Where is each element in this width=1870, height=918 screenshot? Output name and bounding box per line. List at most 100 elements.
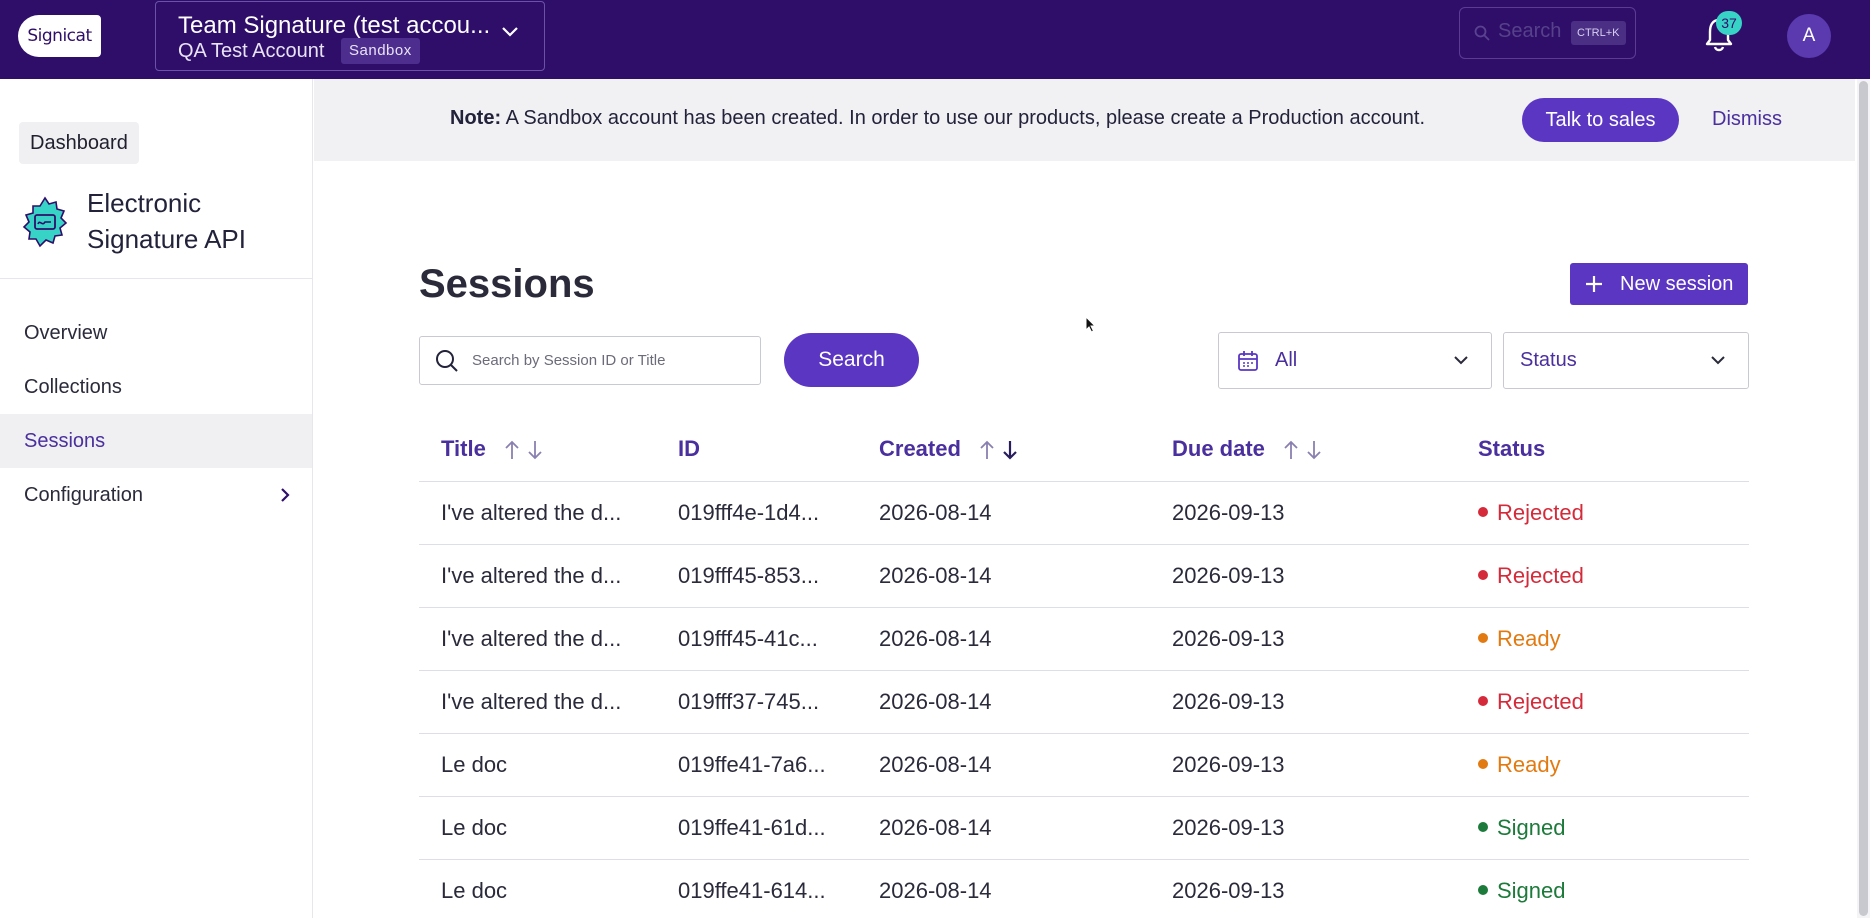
product-name: Electronic Signature API [87,188,246,254]
date-filter-select[interactable]: All [1218,332,1492,389]
table-body: I've altered the d... 019fff4e-1d4... 2026… [419,482,1749,918]
chevron-right-icon [281,488,290,502]
sidebar-item-label: Sessions [24,430,106,452]
column-created[interactable]: Created [879,436,1019,462]
sidebar-item-configuration[interactable]: Configuration [0,468,312,522]
status-badge: Ready [1478,752,1561,778]
status-label: Rejected [1497,563,1584,588]
talk-to-sales-button[interactable]: Talk to sales [1522,98,1679,142]
sidebar-item-label: Overview [24,322,108,344]
table-row[interactable]: Le doc 019ffe41-61d... 2026-08-14 2026-09-1… [419,797,1749,860]
status-dot-icon [1478,885,1488,896]
cell-created: 2026-08-14 [879,815,992,840]
page-title: Sessions [419,262,595,306]
column-id: ID [678,436,700,462]
table-row[interactable]: Le doc 019ffe41-614... 2026-08-14 2026-09-1… [419,860,1749,918]
column-status: Status [1478,436,1545,462]
sidebar-item-collections[interactable]: Collections [0,360,312,414]
sidebar-divider [0,278,313,279]
status-label: Rejected [1497,500,1584,525]
table-header: Title ID Created Due date Status [419,418,1749,482]
cell-due-date: 2026-09-13 [1172,626,1285,651]
account-sub: QA Test Account [178,40,325,62]
plus-icon [1586,276,1602,292]
cell-title[interactable]: I've altered the d... [441,689,621,715]
page-scrollbar[interactable] [1857,79,1870,918]
cell-title[interactable]: I've altered the d... [441,626,621,652]
chevron-down-icon [1454,356,1468,365]
status-dot-icon [1478,633,1488,644]
cell-created: 2026-08-14 [879,878,992,903]
search-shortcut: CTRL+K [1571,21,1626,45]
cell-title[interactable]: I've altered the d... [441,563,621,589]
new-session-button[interactable]: New session [1570,263,1748,305]
status-badge: Rejected [1478,500,1584,526]
account-name: Team Signature (test accou... [178,12,491,39]
notice-message: Note: A Sandbox account has been created… [450,107,1425,130]
cell-due-date: 2026-09-13 [1172,563,1285,588]
sidebar-item-label: Configuration [24,484,143,506]
column-title-label: Title [441,436,486,461]
sort-arrows-icon[interactable] [1283,439,1323,461]
chevron-down-icon [1711,356,1725,365]
notice-label: Note: [450,107,502,129]
status-badge: Rejected [1478,563,1584,589]
status-dot-icon [1478,507,1488,518]
cell-title[interactable]: Le doc [441,878,507,904]
status-label: Signed [1497,878,1566,903]
cell-due-date: 2026-09-13 [1172,689,1285,714]
cell-due-date: 2026-09-13 [1172,815,1285,840]
column-due-date[interactable]: Due date [1172,436,1323,462]
cell-created: 2026-08-14 [879,689,992,714]
status-dot-icon [1478,570,1488,581]
cell-created: 2026-08-14 [879,752,992,777]
sidebar-item-sessions[interactable]: Sessions [0,414,312,468]
account-switcher[interactable]: Team Signature (test accou... QA Test Ac… [155,1,545,71]
status-badge: Signed [1478,815,1566,841]
column-id-label: ID [678,436,700,461]
chevron-down-icon [502,27,518,37]
session-search-input[interactable]: Search by Session ID or Title [419,336,761,385]
column-title[interactable]: Title [441,436,544,462]
dashboard-link[interactable]: Dashboard [19,122,139,164]
status-label: Rejected [1497,689,1584,714]
sidebar-item-overview[interactable]: Overview [0,306,312,360]
global-search[interactable]: Search CTRL+K [1459,7,1636,59]
search-icon [1474,25,1490,41]
notice-text: A Sandbox account has been created. In o… [505,107,1426,129]
table-row[interactable]: I've altered the d... 019fff45-853... 2026… [419,545,1749,608]
status-label: Ready [1497,752,1561,777]
status-filter-select[interactable]: Status [1503,332,1749,389]
table-row[interactable]: I've altered the d... 019fff37-745... 2026… [419,671,1749,734]
cell-id: 019fff37-745... [678,689,820,714]
cell-title[interactable]: I've altered the d... [441,500,621,526]
sidebar: Dashboard Electronic Signature API Overv… [0,79,313,918]
table-row[interactable]: I've altered the d... 019fff4e-1d4... 2026… [419,482,1749,545]
search-placeholder: Search by Session ID or Title [472,352,666,369]
search-icon [436,350,458,372]
status-label: Signed [1497,815,1566,840]
dismiss-button[interactable]: Dismiss [1712,108,1782,131]
cell-title[interactable]: Le doc [441,815,507,841]
sort-arrows-icon[interactable] [979,439,1019,461]
sidebar-nav: Overview Collections Sessions Configurat… [0,306,312,522]
search-button[interactable]: Search [784,333,919,387]
mouse-cursor-icon [1085,316,1097,333]
logo-text: Signicat [27,26,92,46]
cell-due-date: 2026-09-13 [1172,878,1285,903]
cell-created: 2026-08-14 [879,500,992,525]
top-bar: Signicat Team Signature (test accou... Q… [0,0,1870,79]
global-search-placeholder: Search [1498,20,1562,42]
sandbox-badge: Sandbox [341,38,420,64]
signature-product-icon [22,196,68,248]
table-row[interactable]: Le doc 019ffe41-7a6... 2026-08-14 2026-09-1… [419,734,1749,797]
signicat-logo[interactable]: Signicat [18,15,101,57]
avatar[interactable]: A [1787,14,1831,58]
status-dot-icon [1478,822,1488,833]
sort-arrows-icon[interactable] [504,439,544,461]
scrollbar-thumb[interactable] [1859,81,1868,916]
cell-title[interactable]: Le doc [441,752,507,778]
table-row[interactable]: I've altered the d... 019fff45-41c... 2026… [419,608,1749,671]
cell-id: 019ffe41-614... [678,878,826,903]
cell-due-date: 2026-09-13 [1172,752,1285,777]
